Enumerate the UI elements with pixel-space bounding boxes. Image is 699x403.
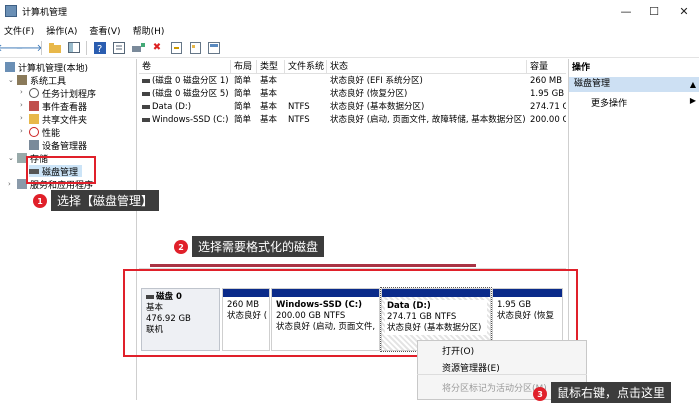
menu-item-explorer[interactable]: 资源管理器(E) <box>442 361 500 374</box>
menu-file[interactable]: 文件(F) <box>4 24 34 37</box>
expand-icon[interactable]: › <box>8 180 11 188</box>
triangle-up-icon: ▲ <box>689 80 696 89</box>
help-icon[interactable]: ? <box>93 41 107 55</box>
expand-icon[interactable]: › <box>20 88 23 96</box>
step-1-callout: 选择【磁盘管理】 <box>51 190 160 211</box>
tree-item-shared-folders[interactable]: 共享文件夹 <box>29 113 87 126</box>
show-tree-icon[interactable] <box>67 41 81 55</box>
column-header-type[interactable]: 类型 <box>257 60 285 74</box>
highlight-disk-management <box>26 156 96 184</box>
tools-icon <box>17 75 27 85</box>
toolbar: 🡐 🡒 ? ✖ <box>0 38 699 58</box>
volume-icon <box>142 78 150 83</box>
title-bar: 计算机管理 <box>0 0 699 22</box>
view-icon[interactable] <box>207 41 221 55</box>
menu-item-mark-active[interactable]: 将分区标记为活动分区(M) <box>442 381 547 394</box>
table-row[interactable]: Data (D:) 简单 基本 NTFS 状态良好 (基本数据分区) 274.7… <box>139 101 566 114</box>
step-2-callout: 选择需要格式化的磁盘 <box>192 236 325 257</box>
more-actions[interactable]: 更多操作 <box>591 96 627 109</box>
refresh-icon[interactable] <box>188 41 202 55</box>
menu-view[interactable]: 查看(V) <box>89 24 120 37</box>
step-2-badge: 2 <box>174 240 188 254</box>
volume-icon <box>142 104 150 109</box>
forward-arrow-icon[interactable]: 🡒 <box>16 41 43 55</box>
tree-item-task-scheduler[interactable]: 任务计划程序 <box>29 87 96 100</box>
clock-icon <box>29 88 39 98</box>
window-title: 计算机管理 <box>22 7 68 18</box>
column-header-volume[interactable]: 卷 <box>139 60 231 74</box>
collapse-icon[interactable]: ⌄ <box>8 154 14 162</box>
tree-item-system-tools[interactable]: 系统工具 <box>17 74 66 87</box>
volume-list-header: 卷 布局 类型 文件系统 状态 容量 <box>139 60 566 74</box>
connect-icon[interactable] <box>131 41 145 55</box>
maximize-button[interactable]: ☐ <box>639 0 669 22</box>
delete-icon[interactable]: ✖ <box>150 41 164 55</box>
column-header-layout[interactable]: 布局 <box>231 60 257 74</box>
expand-icon[interactable]: › <box>20 127 23 135</box>
menu-separator <box>417 374 587 375</box>
tree-item-device-manager[interactable]: 设备管理器 <box>29 139 87 152</box>
actions-header: 操作 <box>572 63 591 73</box>
menu-bar: 文件(F) 操作(A) 查看(V) 帮助(H) <box>0 22 699 38</box>
step-3-badge: 3 <box>533 387 547 401</box>
computer-management-icon <box>5 5 17 17</box>
menu-help[interactable]: 帮助(H) <box>133 24 165 37</box>
up-folder-icon[interactable] <box>48 41 62 55</box>
expand-icon[interactable]: › <box>20 114 23 122</box>
expand-icon[interactable]: › <box>20 101 23 109</box>
tree-item-root[interactable]: 计算机管理(本地) <box>5 61 88 74</box>
actions-disk-management[interactable]: 磁盘管理 ▲ <box>569 77 699 92</box>
svg-text:?: ? <box>97 44 102 54</box>
volume-icon <box>142 117 150 122</box>
tree-item-event-viewer[interactable]: 事件查看器 <box>29 100 87 113</box>
device-manager-icon <box>29 140 39 150</box>
table-row[interactable]: Windows-SSD (C:) 简单 基本 NTFS 状态良好 (启动, 页面… <box>139 114 566 127</box>
computer-icon <box>5 62 15 72</box>
menu-item-open[interactable]: 打开(O) <box>442 344 474 357</box>
volume-icon <box>142 91 150 96</box>
table-row[interactable]: (磁盘 0 磁盘分区 1) 简单 基本 状态良好 (EFI 系统分区) 260 … <box>139 75 566 88</box>
table-row[interactable]: (磁盘 0 磁盘分区 5) 简单 基本 状态良好 (恢复分区) 1.95 GB <box>139 88 566 101</box>
triangle-right-icon: ▶ <box>689 96 696 105</box>
column-header-capacity[interactable]: 容量 <box>527 60 566 74</box>
close-button[interactable]: ✕ <box>669 0 699 22</box>
column-header-filesystem[interactable]: 文件系统 <box>285 60 327 74</box>
collapse-icon[interactable]: ⌄ <box>8 76 14 84</box>
column-header-status[interactable]: 状态 <box>327 60 527 74</box>
shared-folder-icon <box>29 114 39 124</box>
event-viewer-icon <box>29 101 39 111</box>
menu-action[interactable]: 操作(A) <box>46 24 77 37</box>
step-1-badge: 1 <box>33 194 47 208</box>
minimize-button[interactable]: — <box>611 0 641 22</box>
properties-icon[interactable] <box>112 41 126 55</box>
export-icon[interactable] <box>169 41 183 55</box>
actions-panel: 操作 磁盘管理 ▲ 更多操作 ▶ <box>568 59 699 400</box>
performance-icon <box>29 127 39 137</box>
pane-splitter[interactable] <box>150 264 476 267</box>
tree-item-performance[interactable]: 性能 <box>29 126 60 139</box>
